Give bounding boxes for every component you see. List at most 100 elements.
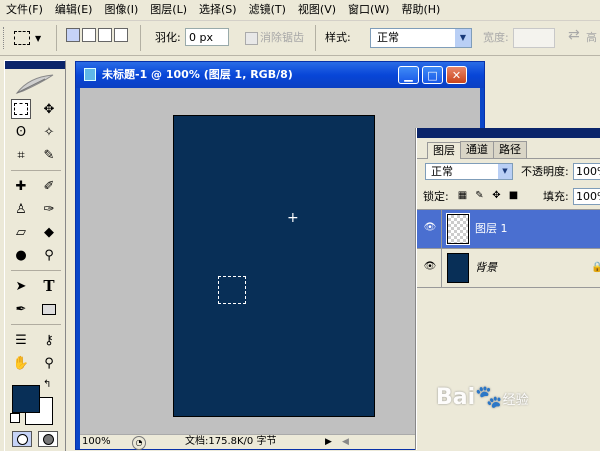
lock-row: 锁定: ▦ ✎ ✥ ■ 填充: 100% <box>417 185 600 210</box>
lock-transparency-icon[interactable]: ▦ <box>457 190 468 201</box>
style-select[interactable]: 正常 ▼ <box>370 28 472 48</box>
lock-icon: 🔒 <box>591 262 600 273</box>
tool-grid: ✥ ʘ ✧ ⌗ ✎ ✚ ✐ ♙ ✑ ▱ ◆ ● ⚲ ➤ T ✒ ☰ ⚷ ✋ ⚲ <box>5 99 65 373</box>
subtract-selection-icon[interactable] <box>98 28 112 42</box>
chevron-down-icon[interactable]: ▼ <box>498 164 512 179</box>
marquee-tool-icon[interactable] <box>11 99 31 119</box>
tool-preset-picker[interactable]: ▼ <box>14 28 44 48</box>
zoom-level[interactable]: 100% <box>82 435 111 449</box>
swap-dimensions-icon[interactable]: ⇄ <box>568 27 580 43</box>
foreground-color[interactable] <box>12 385 40 413</box>
layer-row[interactable]: 👁 背景 🔒 <box>417 249 600 288</box>
feather-input[interactable]: 0 px <box>185 28 229 46</box>
blur-tool-icon[interactable]: ● <box>11 245 31 265</box>
selection-modes <box>66 28 128 42</box>
options-bar: ▼ 羽化: 0 px 消除锯齿 样式: 正常 ▼ 宽度: ⇄ 高 <box>0 21 600 56</box>
feather-logo-icon <box>5 69 65 99</box>
palette-titlebar[interactable] <box>417 128 600 138</box>
tab-channels[interactable]: 通道 <box>460 141 494 158</box>
menu-file[interactable]: 文件(F) <box>0 0 49 20</box>
height-label: 高 <box>586 31 597 44</box>
blend-mode-value: 正常 <box>431 165 453 178</box>
minimize-button[interactable]: ▁ <box>398 66 419 84</box>
layer-name: 图层 1 <box>475 222 508 235</box>
menu-filter[interactable]: 滤镜(T) <box>243 0 292 20</box>
document-titlebar[interactable]: 未标题-1 @ 100% (图层 1, RGB/8) ▁ □ ✕ <box>76 62 484 88</box>
canvas[interactable]: + <box>173 115 375 417</box>
notes-tool-icon[interactable]: ☰ <box>11 330 31 350</box>
lock-position-icon[interactable]: ✥ <box>491 190 502 201</box>
fill-input[interactable]: 100% <box>573 188 600 205</box>
tab-paths[interactable]: 路径 <box>493 141 527 158</box>
watermark-brand: Bai <box>436 385 476 410</box>
lasso-tool-icon[interactable]: ʘ <box>11 122 31 142</box>
healing-brush-icon[interactable]: ✚ <box>11 176 31 196</box>
dodge-tool-icon[interactable]: ⚲ <box>39 245 59 265</box>
tab-layers[interactable]: 图层 <box>427 142 461 159</box>
clone-stamp-icon[interactable]: ♙ <box>11 199 31 219</box>
divider <box>56 25 57 51</box>
feather-label: 羽化: <box>155 31 181 44</box>
style-label: 样式: <box>325 31 351 44</box>
watermark: Bai🐾经验 <box>436 385 529 410</box>
type-tool-icon[interactable]: T <box>39 276 59 296</box>
crop-tool-icon[interactable]: ⌗ <box>11 145 31 165</box>
swap-colors-icon[interactable]: ↰ <box>43 379 51 390</box>
menu-view[interactable]: 视图(V) <box>292 0 342 20</box>
path-select-icon[interactable]: ➤ <box>11 276 31 296</box>
magic-wand-icon[interactable]: ✧ <box>39 122 59 142</box>
lock-pixels-icon[interactable]: ✎ <box>474 190 485 201</box>
menu-select[interactable]: 选择(S) <box>193 0 243 20</box>
hand-tool-icon[interactable]: ✋ <box>11 353 31 373</box>
blend-row: 正常 ▼ 不透明度: 100% <box>417 159 600 185</box>
toolbox-titlebar[interactable] <box>5 61 65 69</box>
width-input[interactable] <box>513 28 555 48</box>
history-brush-icon[interactable]: ✑ <box>39 199 59 219</box>
slice-tool-icon[interactable]: ✎ <box>39 145 59 165</box>
zoom-tool-icon[interactable]: ⚲ <box>39 353 59 373</box>
menu-bar: 文件(F) 编辑(E) 图像(I) 图层(L) 选择(S) 滤镜(T) 视图(V… <box>0 0 600 21</box>
opacity-input[interactable]: 100% <box>573 163 600 180</box>
divider <box>11 170 61 171</box>
menu-window[interactable]: 窗口(W) <box>342 0 395 20</box>
status-bar: 100% ◔ 文档:175.8K/0 字节 ▶ ◀ <box>80 434 420 450</box>
paint-bucket-icon[interactable]: ◆ <box>39 222 59 242</box>
eyedropper-icon[interactable]: ⚷ <box>39 330 59 350</box>
status-menu-arrow-icon[interactable]: ▶ <box>325 435 332 449</box>
eye-icon[interactable]: 👁 <box>423 222 437 234</box>
toolbox: ✥ ʘ ✧ ⌗ ✎ ✚ ✐ ♙ ✑ ▱ ◆ ● ⚲ ➤ T ✒ ☰ ⚷ ✋ ⚲ … <box>4 60 66 451</box>
antialias-checkbox[interactable] <box>245 32 258 45</box>
layer-row[interactable]: 👁 图层 1 <box>417 210 600 249</box>
brush-tool-icon[interactable]: ✐ <box>39 176 59 196</box>
shape-tool-icon[interactable] <box>39 299 59 319</box>
scroll-left-icon[interactable]: ◀ <box>342 435 349 449</box>
status-info-icon[interactable]: ◔ <box>132 436 146 450</box>
pen-tool-icon[interactable]: ✒ <box>11 299 31 319</box>
intersect-selection-icon[interactable] <box>114 28 128 42</box>
new-selection-icon[interactable] <box>66 28 80 42</box>
close-button[interactable]: ✕ <box>446 66 467 84</box>
quick-mask-icon[interactable] <box>38 431 58 447</box>
marquee-selection[interactable] <box>218 276 246 304</box>
watermark-suffix: 经验 <box>502 393 529 408</box>
eraser-tool-icon[interactable]: ▱ <box>11 222 31 242</box>
dropdown-arrow-icon: ▼ <box>35 33 42 43</box>
eye-icon[interactable]: 👁 <box>423 261 437 273</box>
blend-mode-select[interactable]: 正常 ▼ <box>425 163 513 180</box>
menu-edit[interactable]: 编辑(E) <box>49 0 99 20</box>
menu-help[interactable]: 帮助(H) <box>395 0 446 20</box>
layer-thumbnail <box>447 253 469 283</box>
lock-all-icon[interactable]: ■ <box>508 190 519 201</box>
divider <box>441 249 442 287</box>
options-grip[interactable] <box>3 27 7 49</box>
maximize-button[interactable]: □ <box>422 66 443 84</box>
divider <box>441 210 442 248</box>
lock-label: 锁定: <box>423 190 449 203</box>
chevron-down-icon[interactable]: ▼ <box>455 29 471 47</box>
menu-image[interactable]: 图像(I) <box>98 0 144 20</box>
standard-mode-icon[interactable] <box>12 431 32 447</box>
add-selection-icon[interactable] <box>82 28 96 42</box>
default-colors-icon[interactable] <box>10 413 20 423</box>
menu-layer[interactable]: 图层(L) <box>144 0 193 20</box>
move-tool-icon[interactable]: ✥ <box>39 99 59 119</box>
